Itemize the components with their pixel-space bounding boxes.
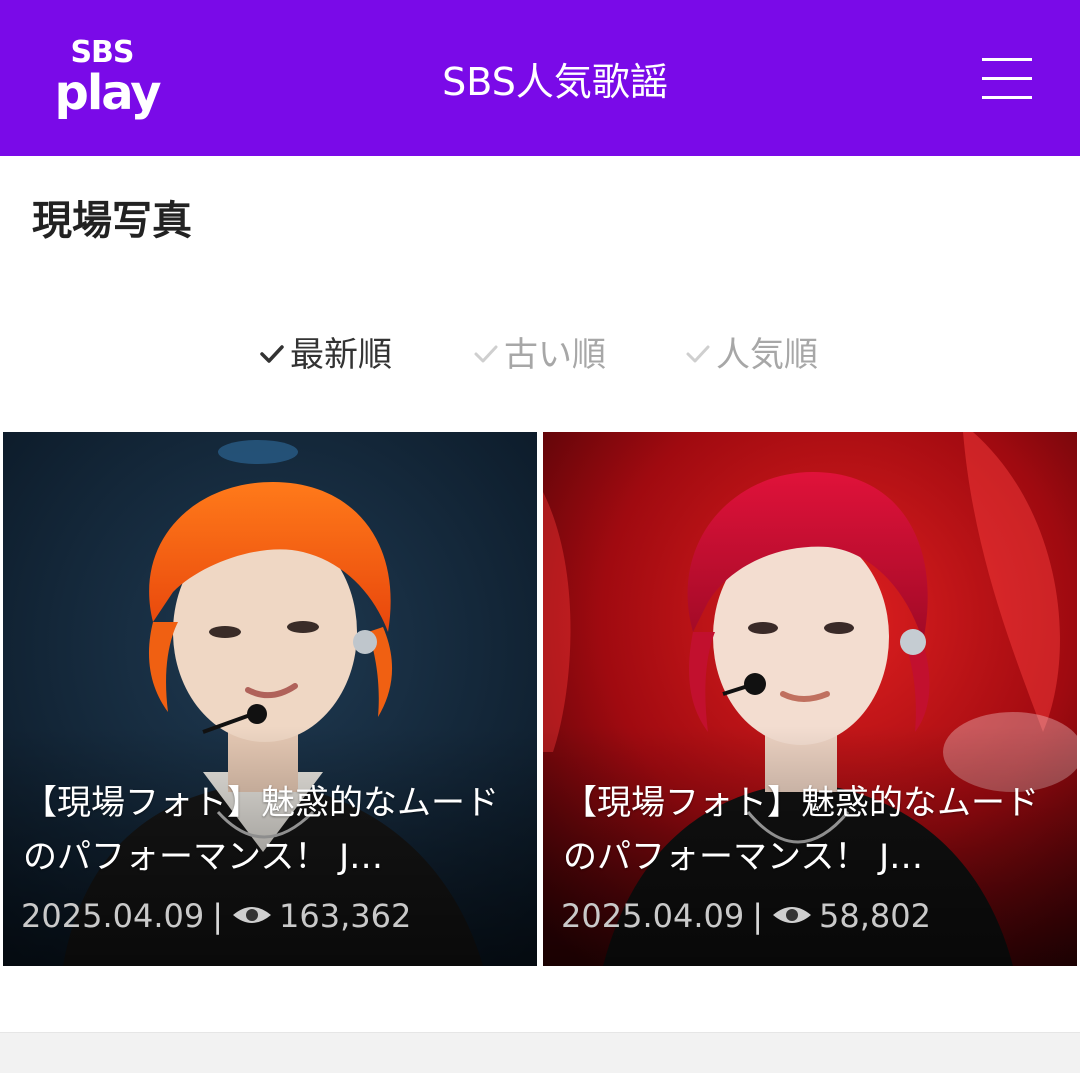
- sort-option-newest[interactable]: 最新順: [258, 330, 392, 380]
- photo-card[interactable]: 【現場フォト】魅惑的なムードのパフォーマンス！ J… 2025.04.09 | 58…: [543, 432, 1077, 966]
- card-views: 163,362: [279, 897, 412, 935]
- eye-icon: [233, 907, 271, 923]
- photo-card-grid: 【現場フォト】魅惑的なムードのパフォーマンス！ J… 2025.04.09 | 16…: [0, 432, 1080, 966]
- meta-divider: |: [752, 897, 763, 935]
- card-date: 2025.04.09: [21, 897, 205, 935]
- footer-band: [0, 1032, 1080, 1073]
- meta-divider: |: [212, 897, 223, 935]
- top-bar: SBS play SBS人気歌謡: [0, 0, 1080, 156]
- logo-play-text: play: [54, 65, 161, 121]
- sort-option-label: 最新順: [290, 335, 392, 375]
- hamburger-icon[interactable]: [982, 58, 1032, 102]
- sort-option-label: 古い順: [504, 335, 606, 375]
- sort-option-oldest[interactable]: 古い順: [472, 330, 606, 380]
- card-date: 2025.04.09: [561, 897, 745, 935]
- card-views: 58,802: [819, 897, 931, 935]
- check-icon: [686, 345, 710, 362]
- photo-card[interactable]: 【現場フォト】魅惑的なムードのパフォーマンス！ J… 2025.04.09 | 16…: [3, 432, 537, 966]
- check-icon: [474, 345, 498, 362]
- section-title: 現場写真: [32, 198, 192, 244]
- card-meta: 2025.04.09 | 163,362: [21, 894, 411, 938]
- sort-option-label: 人気順: [716, 335, 818, 375]
- sbs-play-logo[interactable]: SBS play: [42, 36, 172, 128]
- card-title[interactable]: 【現場フォト】魅惑的なムードのパフォーマンス！ J…: [563, 776, 1059, 884]
- page-title: SBS人気歌謡: [442, 60, 668, 104]
- card-title[interactable]: 【現場フォト】魅惑的なムードのパフォーマンス！ J…: [23, 776, 519, 884]
- eye-icon: [773, 907, 811, 923]
- check-icon: [260, 344, 284, 363]
- card-meta: 2025.04.09 | 58,802: [561, 894, 931, 938]
- sort-option-popular[interactable]: 人気順: [684, 330, 818, 380]
- sort-tabs: 最新順 古い順 人気順: [0, 330, 1080, 380]
